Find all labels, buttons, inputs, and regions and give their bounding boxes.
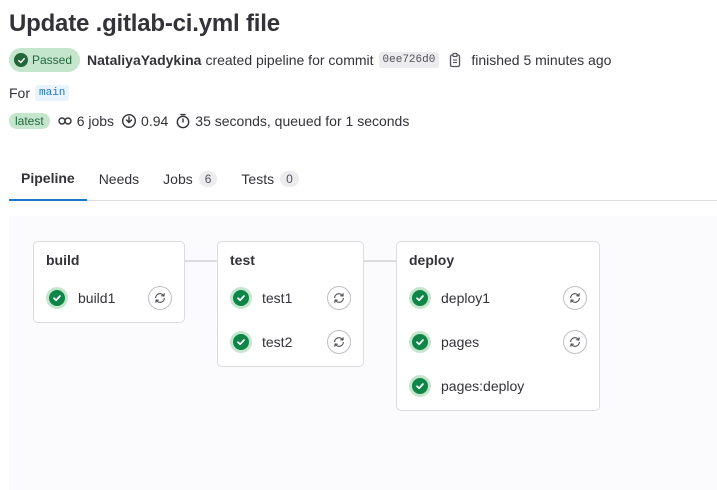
job-name: deploy1 xyxy=(441,290,491,306)
pipeline-info-row: Passed NataliyaYadykina created pipeline… xyxy=(9,48,611,72)
status-success-icon xyxy=(409,375,431,397)
retry-icon[interactable] xyxy=(327,286,351,310)
stage-title: test xyxy=(230,252,255,268)
job-name: build1 xyxy=(78,290,116,306)
pipeline-stats-row: latest 6 jobs 0.94 35 seconds, queued fo… xyxy=(9,113,409,129)
commit-sha[interactable]: 0ee726d0 xyxy=(378,52,440,68)
status-success-icon xyxy=(230,287,252,309)
stage-build: build build1 xyxy=(33,241,185,323)
copy-to-clipboard-icon[interactable] xyxy=(447,52,463,68)
status-success-icon xyxy=(46,287,68,309)
status-badge[interactable]: Passed xyxy=(9,48,81,72)
created-text: created pipeline for commit xyxy=(205,52,374,68)
status-success-icon xyxy=(409,287,431,309)
stage-title: build xyxy=(46,252,80,268)
tab-label: Tests xyxy=(241,170,275,187)
job-test1[interactable]: test1 xyxy=(230,285,351,311)
coverage-icon xyxy=(122,113,137,129)
job-name: pages xyxy=(441,334,480,350)
stage-test: test test1 test2 xyxy=(217,241,364,367)
pipeline-tabs: Pipeline Needs Jobs 6 Tests 0 xyxy=(9,157,717,201)
tab-count-badge: 0 xyxy=(280,170,299,187)
status-success-icon xyxy=(409,331,431,353)
tab-label: Needs xyxy=(98,170,140,187)
retry-icon[interactable] xyxy=(148,286,172,310)
coverage-stat: 0.94 xyxy=(121,113,168,129)
duration-text: 35 seconds, queued for 1 seconds xyxy=(195,113,410,129)
ref-link[interactable]: main xyxy=(35,85,70,101)
coverage-value: 0.94 xyxy=(141,113,169,129)
retry-icon[interactable] xyxy=(327,330,351,354)
finished-text: finished 5 minutes ago xyxy=(471,52,612,68)
job-deploy1[interactable]: deploy1 xyxy=(409,285,587,311)
stage-deploy: deploy deploy1 pages pages:deploy xyxy=(396,241,600,411)
tab-label: Jobs xyxy=(163,170,193,187)
duration-stat: 35 seconds, queued for 1 seconds xyxy=(175,113,409,129)
status-label: Passed xyxy=(32,53,73,67)
timer-icon xyxy=(176,113,190,129)
job-name: test1 xyxy=(262,290,293,306)
job-pages[interactable]: pages xyxy=(409,329,587,355)
pipeline-graph: build build1 test test1 test2 deploy dep… xyxy=(9,216,717,490)
jobs-count: 6 jobs xyxy=(76,113,115,129)
status-success-icon xyxy=(230,331,252,353)
tab-jobs[interactable]: Jobs 6 xyxy=(151,157,229,200)
author-link[interactable]: NataliyaYadykina xyxy=(87,52,201,68)
ref-row: For main xyxy=(9,85,70,101)
status-success-icon xyxy=(14,53,28,67)
retry-icon[interactable] xyxy=(563,286,587,310)
stage-connector xyxy=(363,260,396,262)
page-title: Update .gitlab-ci.yml file xyxy=(9,10,280,37)
tab-needs[interactable]: Needs xyxy=(87,157,151,200)
retry-icon[interactable] xyxy=(563,330,587,354)
job-test2[interactable]: test2 xyxy=(230,329,351,355)
job-pages-deploy[interactable]: pages:deploy xyxy=(409,373,587,399)
tab-label: Pipeline xyxy=(21,170,75,186)
tab-count-badge: 6 xyxy=(198,170,218,187)
latest-badge: latest xyxy=(9,113,50,129)
pipeline-jobs-icon xyxy=(57,117,72,125)
job-build1[interactable]: build1 xyxy=(46,285,172,311)
tab-pipeline[interactable]: Pipeline xyxy=(9,157,87,201)
tab-tests[interactable]: Tests 0 xyxy=(229,157,310,200)
jobs-stat: 6 jobs xyxy=(57,113,114,129)
job-name: test2 xyxy=(262,334,293,350)
stage-title: deploy xyxy=(409,252,455,268)
for-label: For xyxy=(9,85,30,101)
stage-connector xyxy=(184,260,217,262)
job-name: pages:deploy xyxy=(441,378,525,394)
